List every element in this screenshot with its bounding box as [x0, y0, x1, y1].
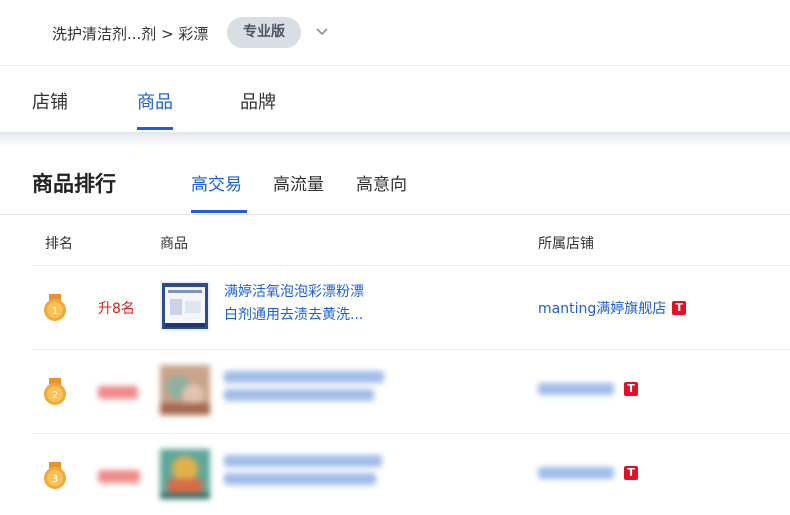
breadcrumb-bar: 洗护清洁剂...剂 > 彩漂 专业版 [0, 0, 790, 66]
product-name-blurred [224, 473, 376, 485]
tab-shop[interactable]: 店铺 [32, 88, 68, 114]
section-separator [0, 132, 790, 148]
subtab-high-intent[interactable]: 高意向 [356, 170, 407, 195]
table-row[interactable]: 2 T [32, 349, 790, 433]
product-name-link[interactable] [224, 365, 394, 407]
breadcrumb[interactable]: 洗护清洁剂...剂 > 彩漂 [52, 23, 208, 44]
column-header-product: 商品 [160, 236, 188, 252]
shop-link[interactable]: T [538, 382, 638, 396]
product-name-link[interactable] [224, 449, 394, 491]
medal-bronze-icon: 3 [44, 462, 66, 489]
product-thumbnail[interactable] [160, 365, 210, 415]
shop-name: manting满婷旗舰店 [538, 301, 667, 317]
table-row[interactable]: 3 T [32, 433, 790, 515]
rank-change-blurred [98, 470, 140, 483]
shop-name-blurred [538, 467, 614, 479]
section-title: 商品排行 [32, 172, 116, 196]
shop-name-blurred [538, 383, 614, 395]
tab-product[interactable]: 商品 [137, 88, 173, 114]
product-name-blurred [224, 389, 374, 401]
rank-change-blurred [98, 386, 138, 399]
product-name-line: 满婷活氧泡泡彩漂粉漂 [224, 284, 364, 300]
product-name-blurred [224, 371, 384, 383]
shop-link[interactable]: T [538, 466, 638, 480]
divider [0, 214, 790, 215]
subtab-high-traffic[interactable]: 高流量 [273, 170, 324, 195]
rank-number: 1 [52, 306, 58, 317]
tmall-badge-icon: T [624, 382, 638, 396]
medal-silver-icon: 2 [44, 378, 66, 405]
tab-brand[interactable]: 品牌 [240, 88, 276, 114]
product-thumbnail[interactable] [160, 449, 210, 499]
product-name-blurred [224, 455, 382, 467]
tmall-badge-icon: T [672, 301, 687, 315]
column-header-rank: 排名 [45, 236, 73, 252]
tmall-badge-icon: T [624, 466, 638, 480]
medal-gold-icon: 1 [44, 294, 66, 321]
table-row[interactable]: 1 升8名 满婷活氧泡泡彩漂粉漂 白剂通用去渍去黄洗... manting满婷旗… [32, 265, 790, 349]
shop-link[interactable]: manting满婷旗舰店 T [538, 298, 687, 318]
rank-number: 2 [52, 390, 58, 401]
column-header-shop: 所属店铺 [538, 236, 594, 252]
main-tabs: 店铺 商品 品牌 [0, 66, 790, 132]
active-subtab-indicator [191, 210, 247, 213]
rank-change: 升8名 [98, 301, 135, 317]
edition-badge[interactable]: 专业版 [227, 17, 301, 48]
chevron-down-icon[interactable] [315, 27, 329, 37]
rank-number: 3 [52, 474, 58, 485]
active-tab-indicator [137, 127, 173, 130]
product-name-link[interactable]: 满婷活氧泡泡彩漂粉漂 白剂通用去渍去黄洗... [224, 281, 394, 327]
product-name-line: 白剂通用去渍去黄洗... [224, 307, 364, 323]
subtab-high-transaction[interactable]: 高交易 [191, 170, 242, 195]
product-thumbnail[interactable] [160, 281, 210, 331]
